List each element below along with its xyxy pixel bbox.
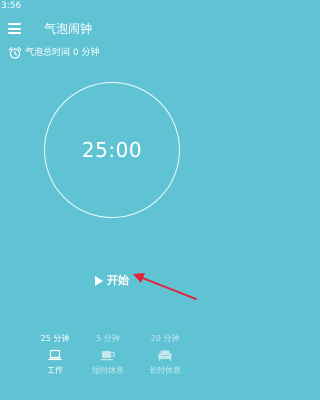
mode-selector: 25 分钟 工作 5 分钟 短时休息 20 分钟 长时休息: [0, 330, 225, 385]
laptop-icon: [48, 349, 62, 361]
mode-long-break[interactable]: 20 分钟 长时休息: [135, 330, 195, 385]
annotation-arrow: [133, 273, 197, 300]
mode-label: 工作: [47, 366, 63, 375]
timer-ring: 25:00: [44, 82, 180, 218]
status-bar: 3:56: [0, 0, 225, 12]
mode-label: 短时休息: [92, 366, 124, 375]
mode-duration: 5 分钟: [96, 334, 120, 343]
sofa-icon: [158, 350, 172, 361]
status-time: 3:56: [1, 1, 22, 11]
start-label: 开始: [107, 274, 129, 287]
app-title: 气泡闹钟: [44, 22, 93, 36]
timer-display: 25:00: [81, 138, 143, 162]
total-time-row: 气泡总时间 0 分钟: [8, 46, 208, 60]
mode-duration: 25 分钟: [40, 334, 70, 343]
play-icon: [95, 276, 103, 286]
mode-work[interactable]: 25 分钟 工作: [25, 330, 85, 385]
coffee-cup-icon: [101, 351, 115, 361]
mode-short-break[interactable]: 5 分钟 短时休息: [78, 330, 138, 385]
mode-duration: 20 分钟: [150, 334, 180, 343]
alarm-clock-icon: [8, 47, 22, 59]
total-time-text: 气泡总时间 0 分钟: [25, 48, 100, 58]
mode-label: 长时休息: [149, 366, 181, 375]
menu-icon[interactable]: [8, 23, 21, 34]
app-bar: 气泡闹钟: [0, 12, 225, 48]
